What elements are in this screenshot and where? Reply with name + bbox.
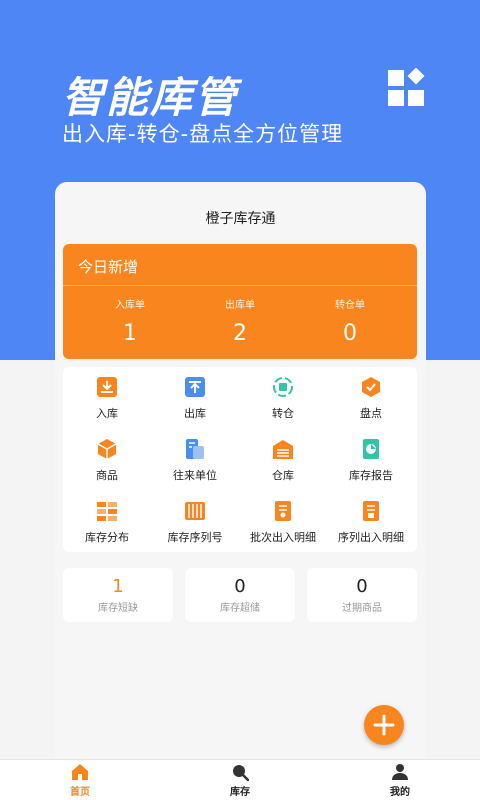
stat-transfer[interactable]: 转仓单 0 (291, 296, 409, 346)
plus-icon (373, 714, 395, 736)
menu-label: 往来单位 (173, 469, 217, 482)
batch-detail-icon (275, 501, 291, 521)
apps-grid-icon[interactable] (386, 68, 426, 108)
tab-label: 首页 (70, 787, 90, 798)
distribution-icon (97, 502, 117, 521)
divider (63, 285, 417, 286)
inbound-icon (97, 377, 117, 397)
card-title: 橙子库存通 (205, 211, 276, 227)
stat-label: 出库单 (225, 300, 255, 311)
menu-transfer[interactable]: 转仓 (239, 367, 327, 429)
tab-inventory[interactable]: 库存 (160, 763, 320, 798)
stat-inbound[interactable]: 入库单 1 (71, 296, 189, 346)
stat-label: 入库单 (115, 300, 145, 311)
menu-warehouse[interactable]: 仓库 (239, 429, 327, 491)
menu-serial-detail[interactable]: 序列出入明细 (327, 491, 415, 553)
menu-stocktake[interactable]: 盘点 (327, 367, 415, 429)
menu-label: 库存序列号 (167, 531, 223, 544)
menu-label: 商品 (96, 469, 118, 482)
today-title: 今日新增 (78, 258, 139, 276)
partner-icon (186, 439, 204, 459)
summary-label: 库存超储 (220, 603, 260, 614)
menu-report[interactable]: 库存报告 (327, 429, 415, 491)
report-icon (363, 439, 379, 459)
menu-outbound[interactable]: 出库 (151, 367, 239, 429)
menu-label: 库存报告 (349, 469, 393, 482)
menu-serial[interactable]: 库存序列号 (151, 491, 239, 553)
stat-value: 0 (343, 321, 357, 346)
summary-label: 库存短缺 (98, 603, 138, 614)
menu-label: 转仓 (272, 407, 294, 420)
summary-value: 0 (356, 576, 368, 597)
menu-grid: 入库 出库 转仓 盘点 商品 往来单位 仓库 库存报告 库存分布 库存序列号 批… (63, 367, 417, 552)
search-icon (233, 765, 249, 781)
summary-shortage[interactable]: 1 库存短缺 (63, 568, 173, 622)
serial-icon (185, 502, 205, 520)
hero-title: 智能库管 (62, 73, 239, 122)
transfer-icon (273, 377, 293, 397)
bottom-tab-bar: 首页 库存 我的 (0, 759, 480, 800)
stocktake-icon (362, 377, 380, 397)
stat-outbound[interactable]: 出库单 2 (181, 296, 299, 346)
menu-label: 批次出入明细 (250, 531, 316, 544)
summary-value: 0 (234, 576, 246, 597)
stat-label: 转仓单 (335, 300, 365, 311)
menu-label: 仓库 (272, 469, 294, 482)
summary-value: 1 (112, 576, 124, 597)
hero-subtitle: 出入库-转仓-盘点全方位管理 (62, 122, 344, 146)
menu-label: 出库 (184, 407, 206, 420)
outbound-icon (185, 377, 205, 397)
menu-product[interactable]: 商品 (63, 429, 151, 491)
tab-label: 我的 (390, 787, 410, 798)
warehouse-icon (273, 440, 293, 459)
summary-overstock[interactable]: 0 库存超储 (185, 568, 295, 622)
menu-label: 序列出入明细 (338, 531, 404, 544)
stat-value: 1 (123, 321, 137, 346)
user-icon (392, 764, 408, 780)
menu-batch-detail[interactable]: 批次出入明细 (239, 491, 327, 553)
serial-detail-icon (363, 501, 379, 521)
summary-expired[interactable]: 0 过期商品 (307, 568, 417, 622)
add-button[interactable] (364, 705, 404, 745)
stat-value: 2 (233, 321, 247, 346)
today-panel: 今日新增 入库单 1 出库单 2 转仓单 0 (63, 244, 417, 359)
menu-distribution[interactable]: 库存分布 (63, 491, 151, 553)
menu-partner[interactable]: 往来单位 (151, 429, 239, 491)
menu-label: 库存分布 (85, 531, 129, 544)
tab-label: 库存 (230, 787, 250, 798)
tab-home[interactable]: 首页 (0, 763, 160, 798)
menu-inbound[interactable]: 入库 (63, 367, 151, 429)
product-box-icon (97, 439, 117, 459)
menu-label: 入库 (96, 407, 118, 420)
menu-label: 盘点 (360, 407, 382, 420)
home-icon (72, 764, 88, 780)
tab-mine[interactable]: 我的 (320, 763, 480, 798)
summary-label: 过期商品 (342, 603, 382, 614)
